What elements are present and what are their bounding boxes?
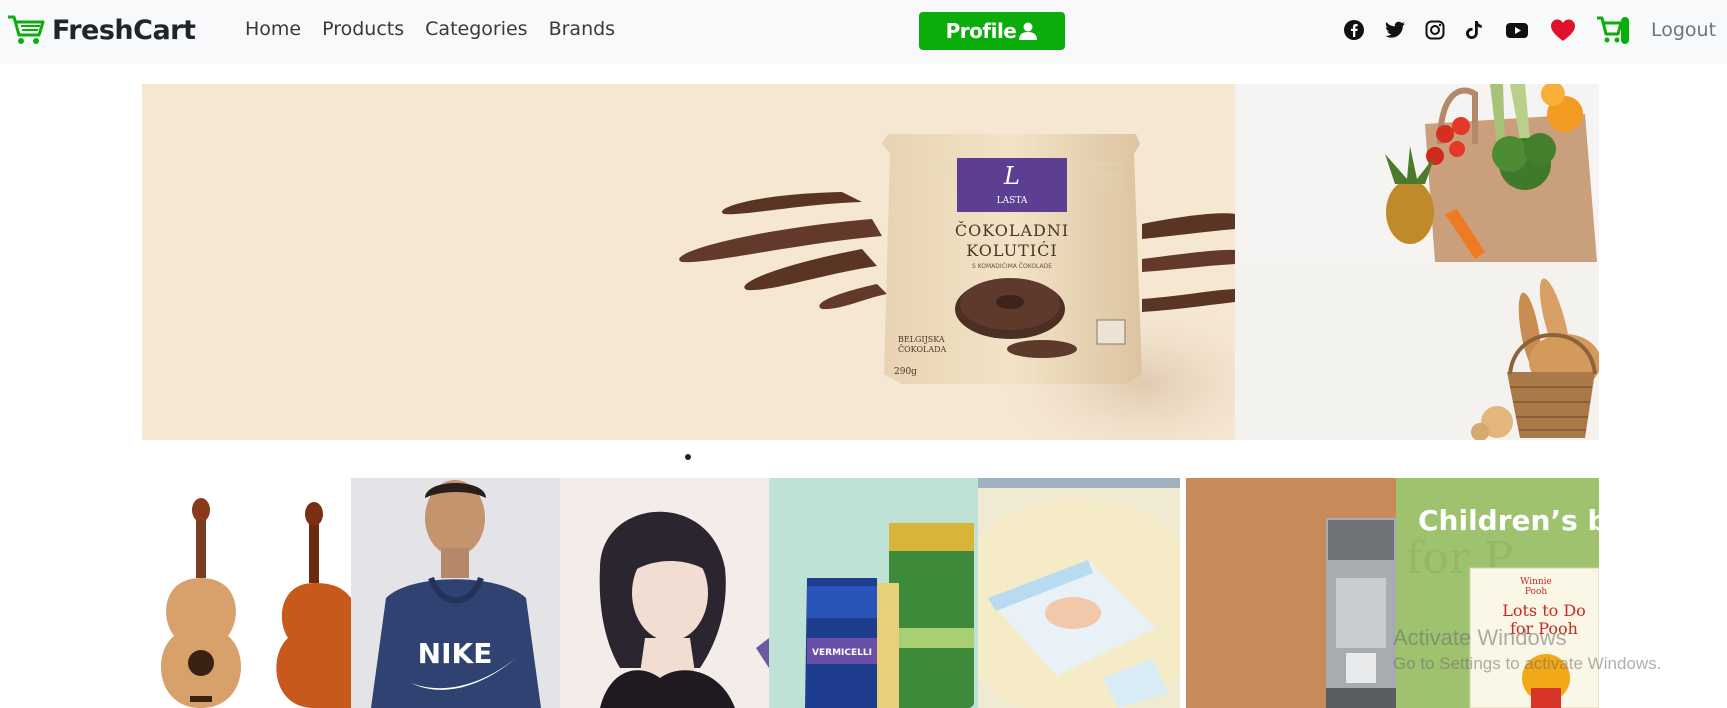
coffee-machine-image — [1326, 518, 1396, 708]
diapers-image — [978, 478, 1180, 708]
youtube-icon[interactable] — [1505, 19, 1529, 41]
guitars-image — [161, 498, 351, 708]
nav-link-brands[interactable]: Brands — [549, 18, 616, 40]
category-music[interactable] — [142, 478, 351, 708]
brand-name: FreshCart — [52, 14, 196, 46]
cart-icon[interactable] — [1596, 15, 1630, 45]
twitter-icon[interactable] — [1384, 19, 1406, 41]
profile-button[interactable]: Profile — [919, 12, 1065, 50]
svg-text:NIKE: NIKE — [418, 637, 493, 670]
windows-watermark-title: Activate Windows — [1393, 625, 1567, 650]
cart-icon — [8, 15, 45, 44]
svg-text:LASTA: LASTA — [997, 196, 1028, 206]
nav-link-products[interactable]: Products — [322, 18, 404, 40]
logout-link[interactable]: Logout — [1651, 19, 1716, 41]
svg-text:L: L — [1003, 162, 1020, 190]
svg-text:S KOMADIĆIMA ČOKOLADE: S KOMADIĆIMA ČOKOLADE — [972, 263, 1052, 270]
svg-text:290g: 290g — [894, 367, 917, 377]
user-icon — [1019, 22, 1038, 40]
category-mens-fashion[interactable]: NIKE — [351, 478, 560, 708]
chocolate-cookies-ad-image: L LASTA ČOKOLADNI KOLUTIĆI S KOMADIĆIMA … — [679, 134, 1235, 440]
svg-text:KOLUTIĆI: KOLUTIĆI — [966, 240, 1057, 260]
svg-text:VERMICELLI: VERMICELLI — [812, 648, 872, 658]
nike-hoodie-image: NIKE — [371, 480, 541, 708]
category-home[interactable] — [1186, 478, 1396, 708]
hero-carousel-slide[interactable]: L LASTA ČOKOLADNI KOLUTIĆI S KOMADIĆIMA … — [142, 84, 1235, 440]
profile-button-label: Profile — [945, 19, 1017, 43]
facebook-icon[interactable] — [1343, 19, 1365, 41]
category-womens-fashion[interactable] — [560, 478, 769, 708]
woman-portrait-image — [599, 511, 769, 708]
grocery-bag-image — [1385, 84, 1597, 262]
svg-text:ČOKOLADA: ČOKOLADA — [898, 345, 947, 354]
instagram-icon[interactable] — [1424, 19, 1446, 41]
bread-basket-image — [1471, 278, 1599, 440]
navbar: FreshCart Home Products Categories Brand… — [0, 0, 1727, 64]
grocery-bag-banner[interactable] — [1235, 84, 1599, 262]
windows-watermark-subtitle: Go to Settings to activate Windows. — [1393, 654, 1662, 673]
tiktok-icon[interactable] — [1463, 19, 1485, 41]
svg-text:Pooh: Pooh — [1525, 587, 1548, 597]
nav-link-home[interactable]: Home — [245, 18, 301, 40]
svg-text:BELGIJSKA: BELGIJSKA — [898, 335, 945, 344]
svg-text:ČOKOLADNI: ČOKOLADNI — [955, 220, 1069, 240]
category-supermarket[interactable]: VERMICELLI — [769, 478, 978, 708]
carousel-indicator[interactable] — [685, 454, 691, 460]
brand-logo[interactable]: FreshCart — [6, 13, 196, 47]
category-baby-toys[interactable] — [978, 478, 1180, 708]
groceries-image: VERMICELLI — [805, 523, 974, 708]
svg-text:Lots to Do: Lots to Do — [1502, 601, 1586, 620]
svg-text:Winnie: Winnie — [1520, 577, 1552, 587]
bread-basket-banner[interactable] — [1235, 262, 1599, 440]
heart-icon[interactable] — [1550, 18, 1576, 42]
nav-link-categories[interactable]: Categories — [425, 18, 527, 40]
nav-links: Home Products Categories Brands — [245, 18, 636, 40]
